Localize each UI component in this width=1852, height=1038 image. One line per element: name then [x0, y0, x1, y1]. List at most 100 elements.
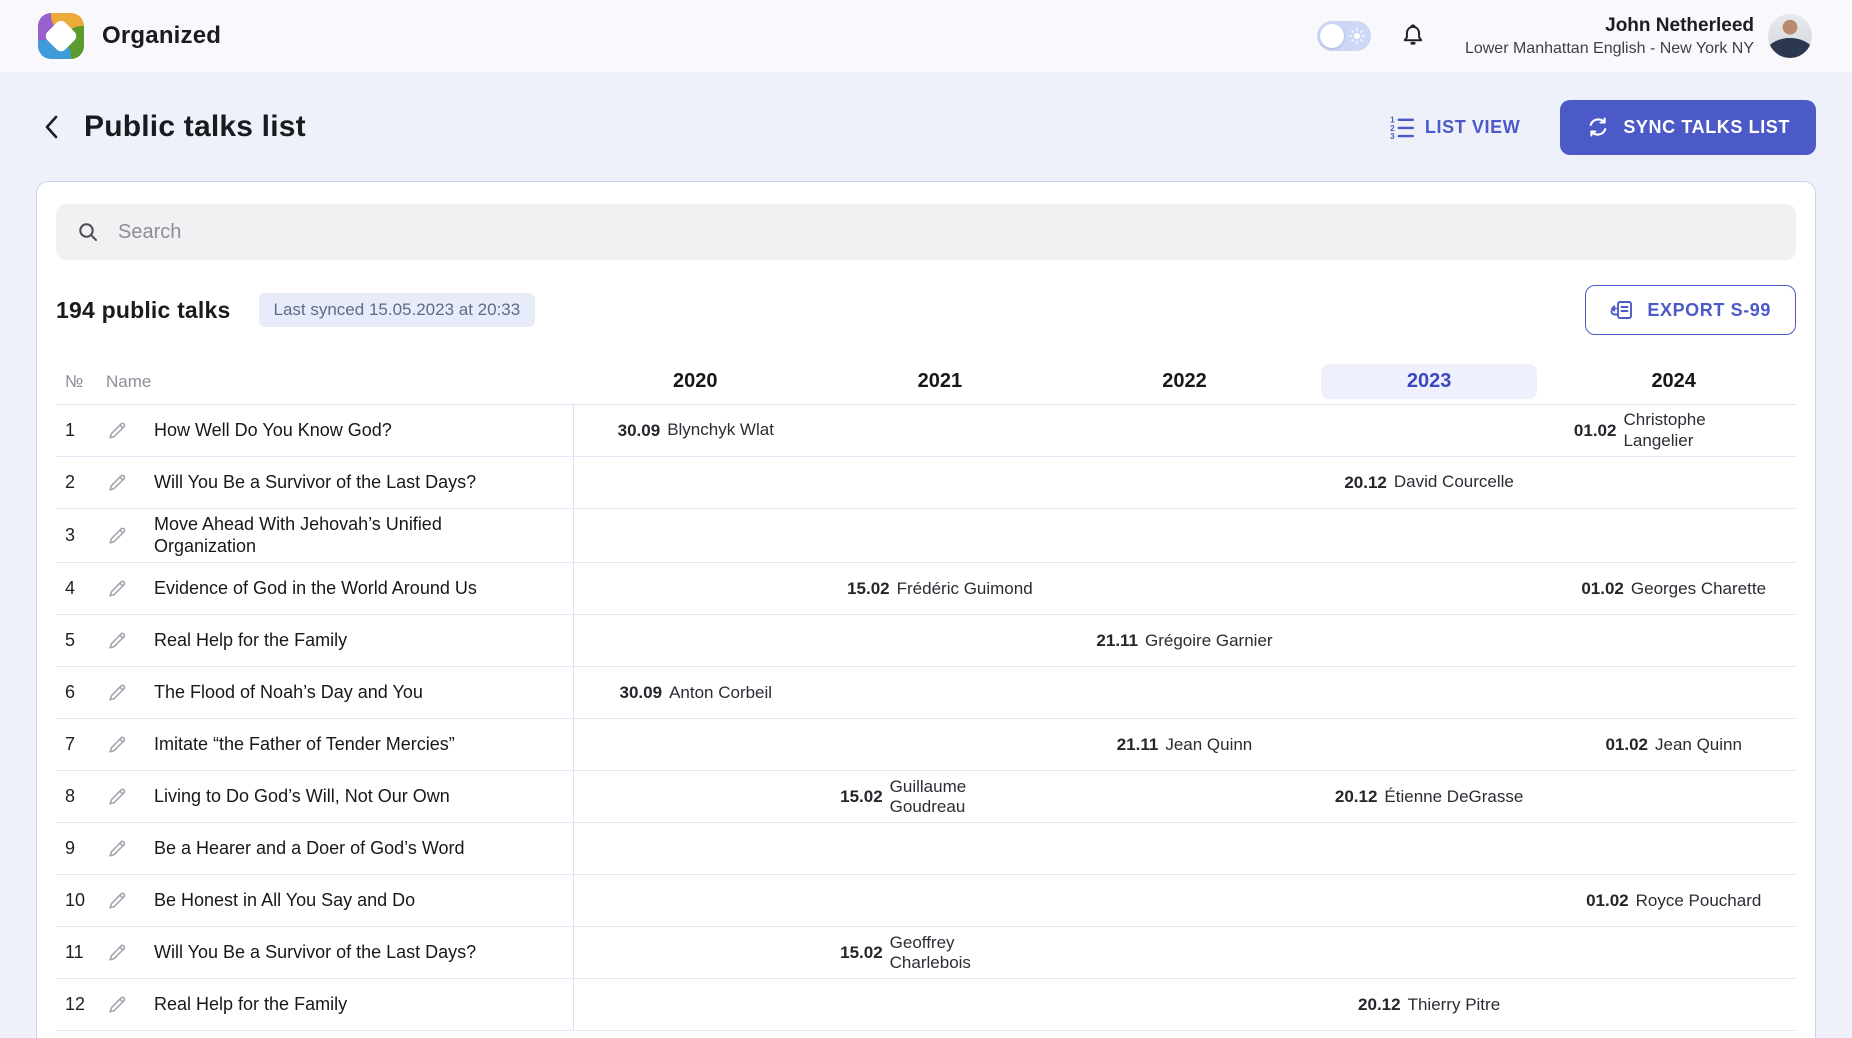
edit-talk-button[interactable] [106, 890, 128, 912]
table-row: 5 Real Help for the Family 21.11Grégoire… [56, 615, 1796, 667]
edit-talk-button[interactable] [106, 630, 128, 652]
assignment-cell-2023: 20.12David Courcelle [1307, 457, 1552, 508]
search-bar [56, 204, 1796, 260]
assignment-cell-2022 [1062, 979, 1307, 1030]
talk-name: Real Help for the Family [154, 994, 347, 1016]
assignment-cell-2022 [1062, 457, 1307, 508]
page-title: Public talks list [84, 110, 306, 144]
list-view-button[interactable]: 123 LIST VIEW [1389, 114, 1520, 140]
assignment-cell-2024: 01.02Jean Quinn [1551, 719, 1796, 770]
assignment-date: 21.11 [1096, 631, 1138, 651]
export-s99-button[interactable]: EXPORT S-99 [1585, 285, 1796, 335]
edit-talk-button[interactable] [106, 682, 128, 704]
numbered-list-icon: 123 [1389, 114, 1415, 140]
pencil-icon [106, 734, 128, 756]
table-row: 12 Real Help for the Family 20.12Thierry… [56, 979, 1796, 1031]
page-head: Public talks list 123 LIST VIEW [36, 99, 1816, 155]
theme-toggle[interactable] [1317, 21, 1371, 51]
edit-talk-button[interactable] [106, 838, 128, 860]
assignment-speaker: Royce Pouchard [1636, 891, 1762, 911]
assignment-cell-2022 [1062, 927, 1307, 978]
table-header-row: № Name 20202021202220232024 [56, 359, 1796, 405]
bell-icon [1399, 22, 1427, 50]
assignment-cell-2023: 20.12Étienne DeGrasse [1307, 771, 1552, 822]
edit-talk-button[interactable] [106, 525, 128, 547]
assignment-cell-2020 [573, 771, 818, 822]
assignment-date: 01.02 [1574, 421, 1617, 441]
assignment-cell-2021 [818, 615, 1063, 666]
talks-card: 194 public talks Last synced 15.05.2023 … [36, 181, 1816, 1038]
edit-talk-button[interactable] [106, 942, 128, 964]
assignment-cell-2023 [1307, 667, 1552, 718]
assignment-cell-2024: 01.02 Christophe Langelier [1551, 405, 1796, 456]
assignment-cell-2020 [573, 719, 818, 770]
column-header-year-2024[interactable]: 2024 [1551, 370, 1796, 393]
edit-talk-button[interactable] [106, 472, 128, 494]
edit-talk-button[interactable] [106, 786, 128, 808]
column-header-year-2023[interactable]: 2023 [1307, 364, 1552, 399]
assignment-cell-2024 [1551, 927, 1796, 978]
assignment-speaker: Jean Quinn [1655, 735, 1742, 755]
edit-talk-button[interactable] [106, 734, 128, 756]
export-button-label: EXPORT S-99 [1647, 300, 1771, 321]
assignment-cell-2021 [818, 457, 1063, 508]
avatar[interactable] [1768, 14, 1812, 58]
talk-name: Be a Hearer and a Doer of God’s Word [154, 838, 465, 860]
column-header-year-2022[interactable]: 2022 [1062, 370, 1307, 393]
row-number: 11 [56, 942, 106, 963]
talk-name: How Well Do You Know God? [154, 420, 392, 442]
assignment-cell-2024 [1551, 979, 1796, 1030]
sync-talks-button[interactable]: SYNC TALKS LIST [1560, 100, 1816, 155]
row-number: 12 [56, 994, 106, 1015]
talk-name: Evidence of God in the World Around Us [154, 578, 477, 600]
row-number: 1 [56, 420, 106, 441]
sun-icon [1349, 28, 1365, 44]
edit-talk-button[interactable] [106, 420, 128, 442]
assignment-speaker: Geoffrey Charlebois [890, 933, 1040, 973]
assignment-cell-2021 [818, 719, 1063, 770]
row-number: 5 [56, 630, 106, 651]
assignment-date: 30.09 [620, 683, 663, 703]
talk-name: The Flood of Noah’s Day and You [154, 682, 423, 704]
assignment-cell-2022 [1062, 405, 1307, 456]
assignment-cell-2020 [573, 457, 818, 508]
assignment-cell-2020 [573, 823, 818, 874]
pencil-icon [106, 942, 128, 964]
last-synced-badge: Last synced 15.05.2023 at 20:33 [259, 293, 536, 327]
edit-talk-button[interactable] [106, 994, 128, 1016]
pencil-icon [106, 890, 128, 912]
edit-talk-button[interactable] [106, 578, 128, 600]
assignment-date: 01.02 [1586, 891, 1629, 911]
talk-name-cell: The Flood of Noah’s Day and You [106, 677, 573, 709]
pencil-icon [106, 838, 128, 860]
search-icon [76, 220, 100, 244]
column-header-year-2020[interactable]: 2020 [573, 370, 818, 393]
talk-name: Will You Be a Survivor of the Last Days? [154, 942, 476, 964]
assignment-date: 15.02 [847, 579, 890, 599]
assignment-cell-2024 [1551, 823, 1796, 874]
notifications-button[interactable] [1399, 22, 1427, 50]
assignment-cell-2022 [1062, 667, 1307, 718]
app-logo[interactable] [38, 13, 84, 59]
pencil-icon [106, 786, 128, 808]
search-input[interactable] [118, 221, 1776, 244]
app-name: Organized [102, 22, 221, 50]
column-header-number: № [56, 372, 106, 392]
user-menu[interactable]: John Netherleed Lower Manhattan English … [1465, 15, 1754, 58]
assignment-cell-2020: 30.09Anton Corbeil [573, 667, 818, 718]
assignment-cell-2023 [1307, 509, 1552, 562]
talk-name-cell: Be a Hearer and a Doer of God’s Word [106, 833, 573, 865]
table-row: 8 Living to Do God’s Will, Not Our Own 1… [56, 771, 1796, 823]
assignment-cell-2022 [1062, 563, 1307, 614]
assignment-cell-2020 [573, 927, 818, 978]
column-header-year-2021[interactable]: 2021 [818, 370, 1063, 393]
assignment-speaker: Christophe Langelier [1623, 410, 1773, 450]
assignment-cell-2021 [818, 405, 1063, 456]
assignment-cell-2020 [573, 563, 818, 614]
table-row: 7 Imitate “the Father of Tender Mercies”… [56, 719, 1796, 771]
row-number: 2 [56, 472, 106, 493]
assignment-cell-2024 [1551, 771, 1796, 822]
svg-text:3: 3 [1390, 132, 1395, 140]
row-number: 7 [56, 734, 106, 755]
back-button[interactable] [36, 109, 68, 145]
